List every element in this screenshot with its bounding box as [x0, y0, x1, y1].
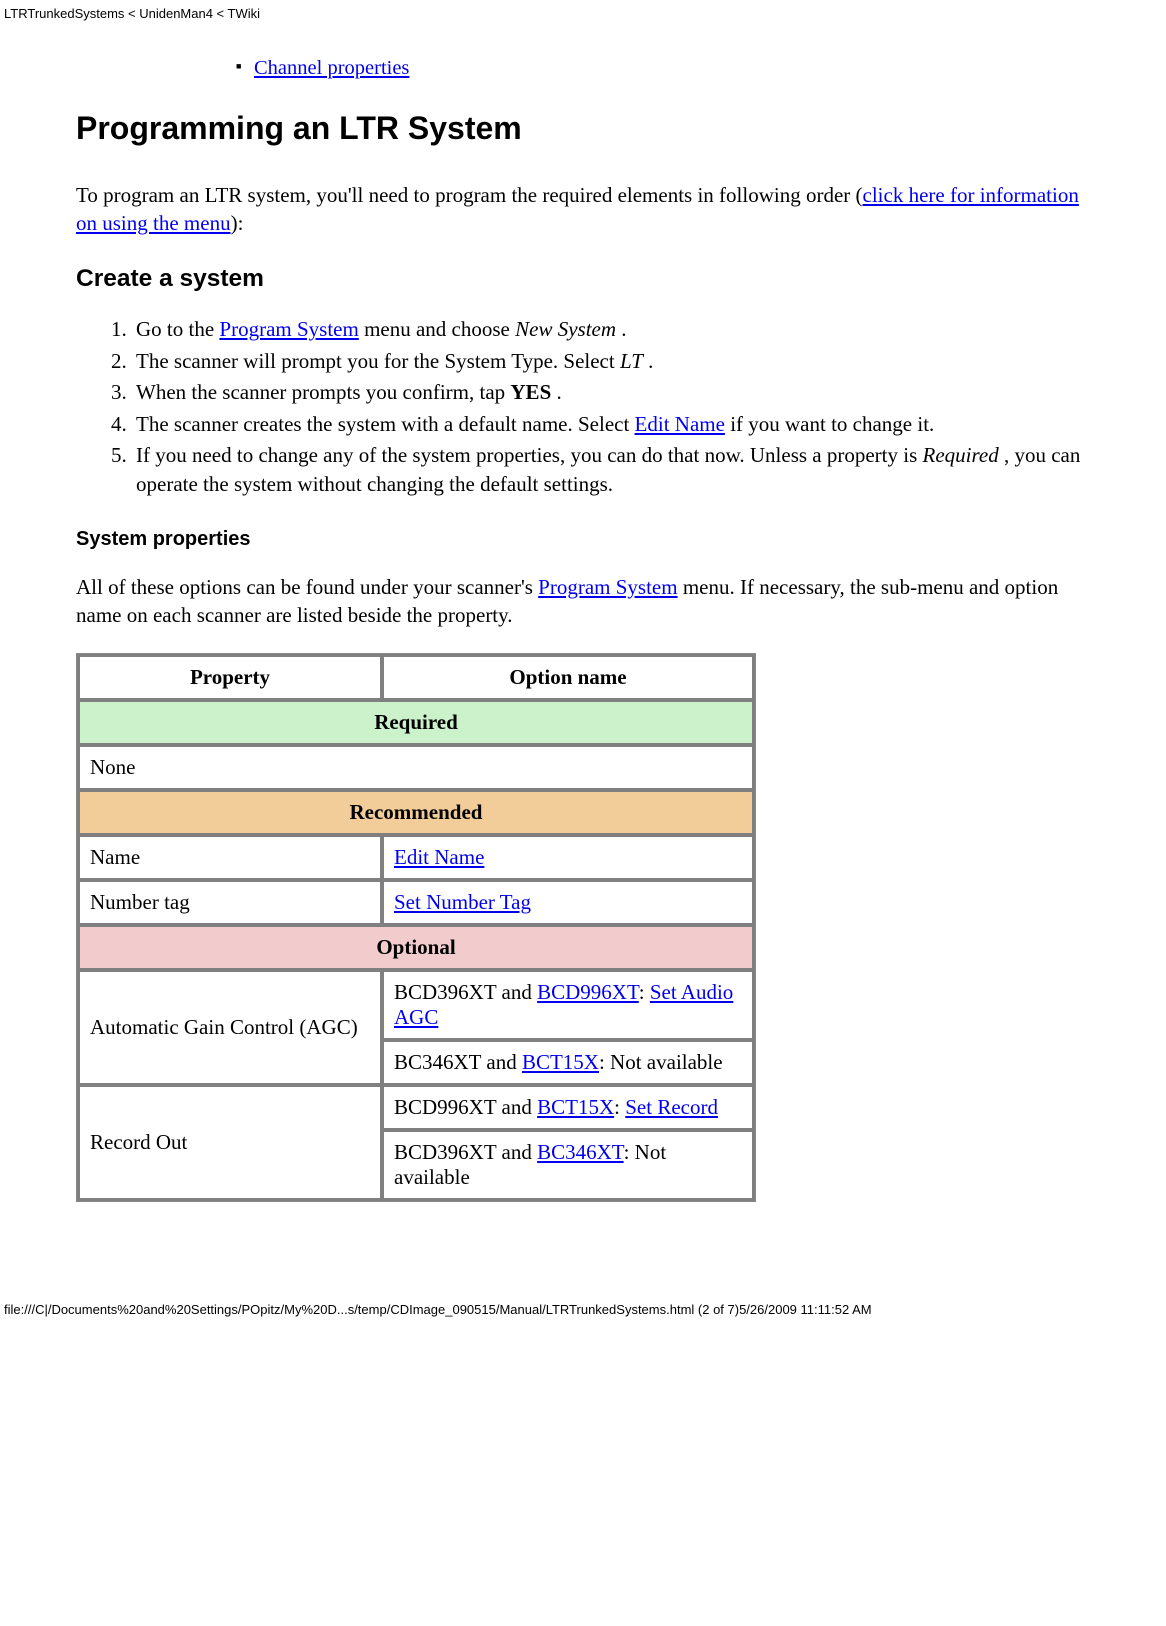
step-3: When the scanner prompts you confirm, ta…: [132, 378, 1090, 407]
toc-sublist: Channel properties: [236, 55, 1090, 82]
cell-option: BCD396XT and BCD996XT: Set Audio AGC: [383, 971, 753, 1039]
table-row: Name Edit Name: [79, 836, 753, 879]
th-option-name: Option name: [383, 656, 753, 699]
step-4: The scanner creates the system with a de…: [132, 410, 1090, 439]
text: BCD396XT and: [394, 980, 537, 1004]
intro-text-pre: To program an LTR system, you'll need to…: [76, 183, 863, 207]
step-text: menu and choose: [359, 317, 515, 341]
step-text: When the scanner prompts you confirm, ta…: [136, 380, 510, 404]
steps-list: Go to the Program System menu and choose…: [76, 315, 1090, 499]
step-text: Go to the: [136, 317, 219, 341]
table-row: None: [79, 746, 753, 789]
th-property: Property: [79, 656, 381, 699]
step-text-bold: YES: [510, 380, 551, 404]
step-text: .: [643, 349, 654, 373]
link-set-number-tag[interactable]: Set Number Tag: [394, 890, 531, 914]
section-label: Required: [79, 701, 753, 744]
step-text: .: [616, 317, 627, 341]
link-bcd996xt[interactable]: BCD996XT: [537, 980, 639, 1004]
cell-option: BCD396XT and BC346XT: Not available: [383, 1131, 753, 1199]
link-edit-name[interactable]: Edit Name: [635, 412, 725, 436]
text: All of these options can be found under …: [76, 575, 538, 599]
intro-paragraph: To program an LTR system, you'll need to…: [76, 181, 1090, 238]
section-label: Recommended: [79, 791, 753, 834]
sysprops-intro: All of these options can be found under …: [76, 573, 1090, 630]
link-bct15x[interactable]: BCT15X: [522, 1050, 599, 1074]
toc-item-channel-properties: Channel properties: [236, 55, 1090, 82]
link-program-system[interactable]: Program System: [219, 317, 358, 341]
text: : Not available: [599, 1050, 723, 1074]
cell-option: BCD996XT and BCT15X: Set Record: [383, 1086, 753, 1129]
cell-option: Edit Name: [383, 836, 753, 879]
link-set-record[interactable]: Set Record: [625, 1095, 718, 1119]
link-bc346xt[interactable]: BC346XT: [537, 1140, 623, 1164]
step-1: Go to the Program System menu and choose…: [132, 315, 1090, 344]
link-bct15x-2[interactable]: BCT15X: [537, 1095, 614, 1119]
cell-property: Name: [79, 836, 381, 879]
footer-path: file:///C|/Documents%20and%20Settings/PO…: [4, 1302, 872, 1317]
page-title: Programming an LTR System: [76, 110, 1090, 147]
step-text: The scanner will prompt you for the Syst…: [136, 349, 620, 373]
section-optional: Optional: [79, 926, 753, 969]
properties-table: Property Option name Required None Recom…: [76, 653, 756, 1202]
cell-property: Record Out: [79, 1086, 381, 1199]
section-required: Required: [79, 701, 753, 744]
text: BCD996XT and: [394, 1095, 537, 1119]
cell-property: Automatic Gain Control (AGC): [79, 971, 381, 1084]
step-text-italic: New System: [515, 317, 616, 341]
step-text: if you want to change it.: [725, 412, 934, 436]
step-text-italic: Required: [923, 443, 999, 467]
section-recommended: Recommended: [79, 791, 753, 834]
header-path: LTRTrunkedSystems < UnidenMan4 < TWiki: [0, 0, 1166, 21]
step-text: If you need to change any of the system …: [136, 443, 923, 467]
cell-option: BC346XT and BCT15X: Not available: [383, 1041, 753, 1084]
text: BCD396XT and: [394, 1140, 537, 1164]
table-row: Automatic Gain Control (AGC) BCD396XT an…: [79, 971, 753, 1039]
table-row: Number tag Set Number Tag: [79, 881, 753, 924]
link-channel-properties[interactable]: Channel properties: [254, 57, 409, 79]
cell-property: Number tag: [79, 881, 381, 924]
table-header-row: Property Option name: [79, 656, 753, 699]
link-program-system-2[interactable]: Program System: [538, 575, 677, 599]
step-text: .: [551, 380, 562, 404]
link-edit-name-table[interactable]: Edit Name: [394, 845, 484, 869]
text: BC346XT and: [394, 1050, 522, 1074]
text: :: [614, 1095, 625, 1119]
step-5: If you need to change any of the system …: [132, 441, 1090, 500]
heading-create-system: Create a system: [76, 265, 1090, 293]
step-2: The scanner will prompt you for the Syst…: [132, 347, 1090, 376]
text: :: [639, 980, 650, 1004]
table-row: Record Out BCD996XT and BCT15X: Set Reco…: [79, 1086, 753, 1129]
step-text-italic: LT: [620, 349, 643, 373]
heading-system-properties: System properties: [76, 528, 1090, 551]
cell-option: Set Number Tag: [383, 881, 753, 924]
cell-none: None: [79, 746, 753, 789]
step-text: The scanner creates the system with a de…: [136, 412, 635, 436]
intro-text-post: ):: [231, 211, 244, 235]
section-label: Optional: [79, 926, 753, 969]
